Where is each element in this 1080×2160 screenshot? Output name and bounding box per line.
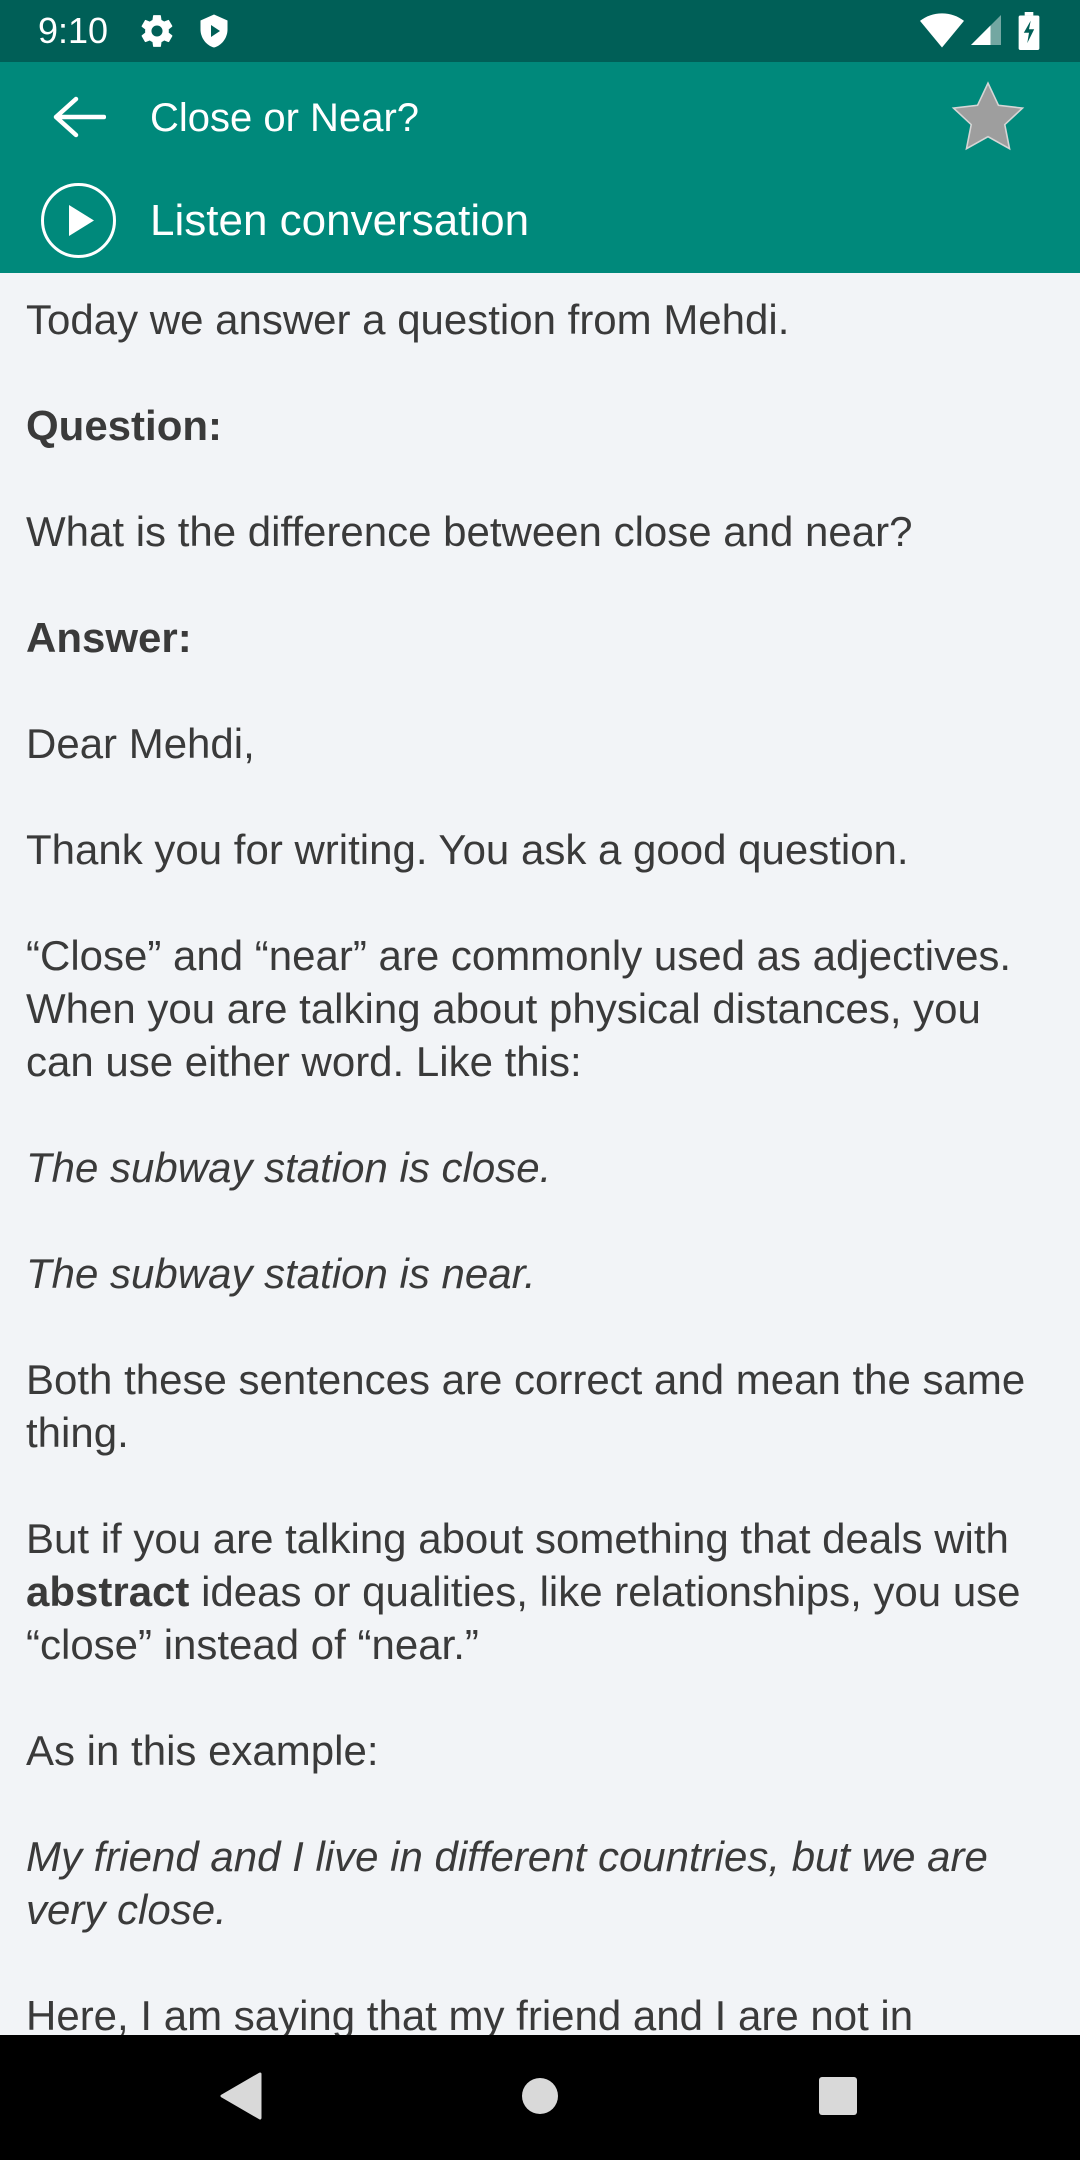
answer-heading: Answer: <box>26 614 192 661</box>
back-triangle-icon <box>218 2072 262 2125</box>
abstract-bold-word: abstract <box>26 1568 190 1615</box>
nav-back-button[interactable] <box>205 2063 275 2133</box>
shield-play-icon <box>196 12 232 55</box>
star-icon <box>950 80 1026 159</box>
question-text: What is the difference between close and… <box>26 508 913 555</box>
nav-recents-button[interactable] <box>803 2063 873 2133</box>
play-conversation-button[interactable] <box>40 182 117 259</box>
status-bar: 9:10 <box>0 0 1080 62</box>
settings-icon <box>138 12 176 55</box>
article-content[interactable]: Today we answer a question from Mehdi. Q… <box>0 273 1080 2035</box>
favorite-button[interactable] <box>946 77 1030 161</box>
intro-text: Today we answer a question from Mehdi. <box>26 296 790 343</box>
cell-signal-icon <box>968 12 1004 53</box>
thanks-text: Thank you for writing. You ask a good qu… <box>26 826 909 873</box>
as-in-example-text: As in this example: <box>26 1727 379 1774</box>
greeting-text: Dear Mehdi, <box>26 720 255 767</box>
article-body: Today we answer a question from Mehdi. Q… <box>26 293 1056 2035</box>
back-arrow-icon <box>50 95 107 144</box>
example-sentence: The subway station is near. <box>26 1250 536 1297</box>
here-paragraph: Here, I am saying that my friend and I a… <box>26 1992 914 2035</box>
listen-conversation-label[interactable]: Listen conversation <box>150 191 529 251</box>
navigation-bar <box>0 2035 1080 2160</box>
question-heading: Question: <box>26 402 222 449</box>
abstract-text-start: But if you are talking about something t… <box>26 1515 1009 1562</box>
recents-square-icon <box>818 2076 858 2121</box>
adjectives-paragraph: “Close” and “near” are commonly used as … <box>26 932 1012 1085</box>
both-correct-paragraph: Both these sentences are correct and mea… <box>26 1356 1026 1456</box>
page-title: Close or Near? <box>150 96 420 140</box>
wifi-icon <box>920 12 964 55</box>
status-time: 9:10 <box>38 10 109 51</box>
battery-icon <box>1018 12 1040 55</box>
abstract-paragraph: But if you are talking about something t… <box>26 1512 1056 1671</box>
example-sentence: The subway station is close. <box>26 1144 552 1191</box>
example-sentence: My friend and I live in different countr… <box>26 1833 988 1933</box>
home-circle-icon <box>520 2076 560 2121</box>
app-bar: Close or Near? Listen conversation <box>0 62 1080 273</box>
nav-home-button[interactable] <box>505 2063 575 2133</box>
back-button[interactable] <box>44 88 112 150</box>
play-icon <box>40 183 117 263</box>
